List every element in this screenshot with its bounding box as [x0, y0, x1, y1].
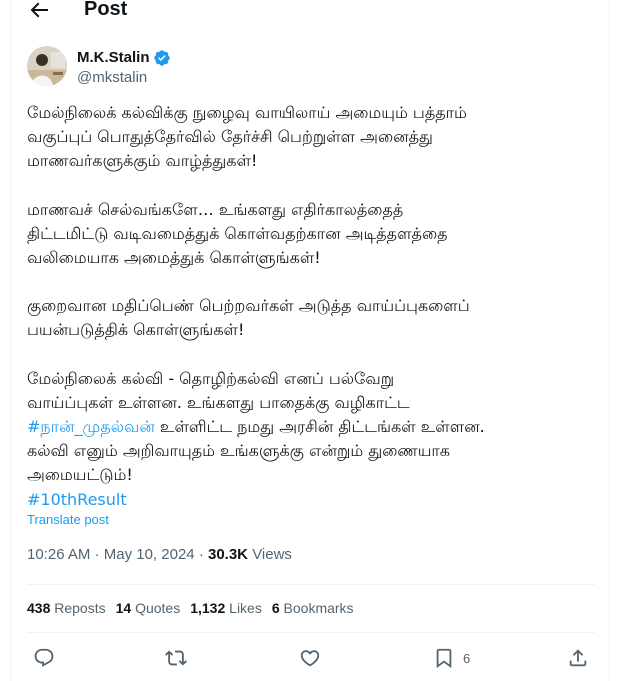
- post-line: #நான்_முதல்வன் உள்ளிட்ட நமது அரசின் திட்…: [27, 415, 602, 439]
- post-line: கல்வி எனும் அறிவாயுதம் உங்களுக்கு என்றும…: [27, 439, 602, 463]
- post-line-text: மாணவச் செல்வங்களே… உங்களது எதிர்காலத்தைத…: [27, 199, 404, 219]
- likes-stat[interactable]: 1,132 Likes: [190, 598, 262, 618]
- likes-count: 1,132: [190, 600, 226, 616]
- post-paragraph: குறைவான மதிப்பெண் பெற்றவர்கள் அடுத்த வாய…: [27, 294, 602, 342]
- post-line-text: கல்வி எனும் அறிவாயுதம் உங்களுக்கு என்றும…: [27, 441, 451, 461]
- reposts-label: Reposts: [54, 600, 106, 616]
- author-name-row[interactable]: M.K.Stalin: [77, 48, 171, 68]
- author-name[interactable]: M.K.Stalin: [77, 48, 150, 68]
- meta-separator: ·: [94, 546, 104, 563]
- hashtag-link[interactable]: #நான்_முதல்வன்: [27, 417, 155, 436]
- back-button[interactable]: [27, 0, 51, 22]
- views-count: 30.3K: [207, 546, 249, 563]
- post-line-text: உள்ளிட்ட நமது அரசின் திட்டங்கள் உள்ளன.: [154, 417, 485, 437]
- post-line-text: மாணவர்களுக்கும் வாழ்த்துகள்!: [27, 151, 258, 171]
- bookmarks-count: 6: [271, 600, 280, 616]
- quotes-stat[interactable]: 14 Quotes: [116, 598, 181, 618]
- like-button[interactable]: [299, 646, 321, 670]
- post-line: மேல்நிலைக் கல்வி - தொழிற்கல்வி எனப் பல்வ…: [27, 367, 602, 391]
- engagement-stats: 438 Reposts 14 Quotes 1,132 Likes 6 Book…: [27, 598, 354, 618]
- post-time[interactable]: 10:26 AM: [27, 546, 90, 563]
- post-paragraph: மாணவச் செல்வங்களே… உங்களது எதிர்காலத்தைத…: [27, 198, 602, 271]
- reposts-count: 438: [27, 600, 51, 616]
- post-text: மேல்நிலைக் கல்விக்கு நுழைவு வாயிலாய் அமை…: [27, 101, 602, 512]
- top-bar: Post: [11, 0, 611, 22]
- post-line: திட்டமிட்டு வடிவமைத்துக் கொள்வதற்கான அடி…: [27, 222, 602, 246]
- divider: [27, 632, 595, 633]
- post-line: அமையட்டும்!: [27, 463, 602, 487]
- author-handle[interactable]: @mkstalin: [77, 68, 147, 88]
- post-line-text: பயன்படுத்திக் கொள்ளுங்கள்!: [27, 320, 245, 340]
- post-line: மேல்நிலைக் கல்விக்கு நுழைவு வாயிலாய் அமை…: [27, 101, 602, 125]
- post-line: பயன்படுத்திக் கொள்ளுங்கள்!: [27, 318, 602, 342]
- bookmarks-label: Bookmarks: [283, 600, 354, 616]
- post-line-text: அமையட்டும்!: [27, 465, 133, 485]
- repost-button[interactable]: [165, 646, 187, 670]
- reply-icon: [34, 648, 54, 667]
- likes-label: Likes: [229, 600, 262, 616]
- post-line-text: மேல்நிலைக் கல்வி - தொழிற்கல்வி எனப் பல்வ…: [27, 368, 395, 388]
- post-line: வாய்ப்புகள் உள்ளன. உங்களது பாதைக்கு வழிக…: [27, 391, 602, 415]
- post-line: குறைவான மதிப்பெண் பெற்றவர்கள் அடுத்த வாய…: [27, 294, 602, 318]
- share-icon: [569, 649, 587, 667]
- reposts-stat[interactable]: 438 Reposts: [27, 598, 106, 618]
- hashtag-link[interactable]: #10thResult: [27, 490, 127, 509]
- quotes-count: 14: [115, 600, 132, 616]
- quotes-label: Quotes: [135, 600, 181, 616]
- post-line: மாணவச் செல்வங்களே… உங்களது எதிர்காலத்தைத…: [27, 198, 602, 222]
- bookmark-icon: [436, 648, 452, 669]
- post-line-text: வகுப்புப் பொதுத்தேர்வில் தேர்ச்சி பெற்று…: [27, 127, 433, 147]
- avatar[interactable]: [27, 46, 67, 86]
- bookmark-count: 6: [463, 650, 471, 666]
- share-button[interactable]: [567, 646, 589, 670]
- verified-badge-icon: [153, 50, 170, 66]
- divider: [27, 584, 595, 585]
- meta-separator: ·: [198, 546, 208, 563]
- post-line: மாணவர்களுக்கும் வாழ்த்துகள்!: [27, 149, 602, 173]
- post-line-text: மேல்நிலைக் கல்விக்கு நுழைவு வாயிலாய் அமை…: [27, 103, 467, 122]
- post-detail-panel: Post M.K.Stalin @mkstalin மேல்நிலைக் கல்…: [10, 0, 610, 681]
- post-line: #10thResult: [27, 488, 602, 512]
- bookmark-button[interactable]: 6: [433, 646, 470, 670]
- views-label: Views: [252, 546, 292, 563]
- heart-icon: [300, 650, 320, 667]
- post-line-text: வலிமையாக அமைத்துக் கொள்ளுங்கள்!: [27, 248, 321, 268]
- post-line: வலிமையாக அமைத்துக் கொள்ளுங்கள்!: [27, 246, 602, 270]
- arrow-left-icon: [30, 2, 48, 18]
- post-date[interactable]: May 10, 2024: [104, 546, 195, 563]
- page-title: Post: [84, 0, 128, 20]
- bookmarks-stat[interactable]: 6 Bookmarks: [272, 598, 354, 618]
- reply-button[interactable]: [33, 646, 55, 670]
- post-metadata: 10:26 AM · May 10, 2024 · 30.3K Views: [27, 545, 292, 565]
- repost-icon: [165, 650, 187, 666]
- post-paragraph: மேல்நிலைக் கல்வி - தொழிற்கல்வி எனப் பல்வ…: [27, 367, 602, 512]
- action-bar: 6: [11, 646, 611, 674]
- post-line-text: குறைவான மதிப்பெண் பெற்றவர்கள் அடுத்த வாய…: [27, 296, 470, 316]
- post-paragraph: மேல்நிலைக் கல்விக்கு நுழைவு வாயிலாய் அமை…: [27, 101, 602, 174]
- post-line-text: வாய்ப்புகள் உள்ளன. உங்களது பாதைக்கு வழிக…: [27, 392, 410, 412]
- post-line-text: திட்டமிட்டு வடிவமைத்துக் கொள்வதற்கான அடி…: [27, 223, 448, 243]
- post-line: வகுப்புப் பொதுத்தேர்வில் தேர்ச்சி பெற்று…: [27, 125, 602, 149]
- avatar-image: [27, 46, 67, 86]
- translate-post-link[interactable]: Translate post: [27, 512, 109, 527]
